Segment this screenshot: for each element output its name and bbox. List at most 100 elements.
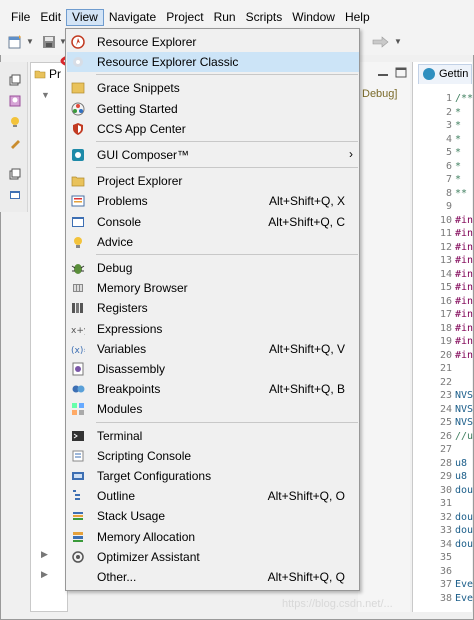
menu-item-gui-composer[interactable]: GUI Composer™ › [67, 145, 359, 165]
restore-icon[interactable] [9, 168, 21, 180]
console-icon [72, 216, 84, 227]
menu-help[interactable]: Help [340, 9, 375, 26]
view-controls-icon[interactable] [374, 64, 410, 80]
menu-file[interactable]: File [6, 9, 35, 26]
menu-item-label: Stack Usage [97, 509, 166, 524]
getting-started-icon [423, 68, 435, 80]
menu-item-registers[interactable]: Registers [67, 298, 359, 318]
menu-item-label: Resource Explorer [97, 35, 197, 49]
code-line: #in [455, 336, 473, 347]
menu-item-memory-browser[interactable]: Memory Browser [67, 278, 359, 298]
line-number: 1 [445, 93, 452, 104]
gear-icon [73, 57, 83, 68]
menu-item-memory-allocation[interactable]: Memory Allocation [67, 527, 359, 547]
line-number: 31 [439, 498, 452, 509]
menu-view[interactable]: View [66, 9, 104, 26]
menu-navigate[interactable]: Navigate [104, 9, 161, 26]
menu-item-shortcut: Alt+Shift+Q, V [268, 341, 345, 356]
variables-icon: (x)= [71, 346, 85, 356]
shield-icon [73, 122, 83, 135]
menu-project[interactable]: Project [161, 9, 208, 26]
editor-tab-label: Gettin [439, 68, 469, 80]
code-line: #in [455, 349, 473, 361]
trim-tool-icon[interactable] [9, 137, 21, 149]
editor-tab[interactable]: Gettin [418, 64, 472, 84]
menu-item-label: Memory Browser [97, 281, 188, 296]
menu-item-terminal[interactable]: Terminal [67, 426, 359, 446]
code-line: dou [455, 511, 473, 523]
menu-separator [96, 421, 358, 423]
tree-expand-icon[interactable]: ▶ [41, 549, 48, 560]
advice-lightbulb-icon[interactable] [9, 116, 21, 128]
tree-expand-icon[interactable]: ▶ [41, 569, 48, 580]
menu-item-label: Project Explorer [97, 174, 183, 189]
bug-icon [71, 264, 85, 274]
new-dropdown-chevron-icon[interactable]: ▼ [26, 37, 34, 46]
new-icon[interactable] [8, 35, 23, 49]
code-line: #in [455, 282, 473, 293]
menu-separator [96, 141, 358, 142]
menu-item-label: Terminal [97, 428, 143, 443]
line-number: 19 [439, 336, 452, 347]
allocation-icon [73, 531, 83, 542]
menu-item-disassembly[interactable]: Disassembly [67, 359, 359, 379]
menu-item-resource-explorer-classic[interactable]: Resource Explorer Classic [67, 52, 359, 73]
forward-dropdown-chevron-icon[interactable]: ▼ [394, 37, 402, 46]
menu-scripts[interactable]: Scripts [241, 9, 288, 26]
restore-icon[interactable] [9, 74, 21, 86]
menu-separator [96, 74, 358, 76]
menu-item-stack-usage[interactable]: Stack Usage [67, 506, 359, 526]
menu-item-label: Other... [97, 570, 137, 584]
save-icon[interactable] [42, 35, 57, 49]
line-number: 9 [445, 201, 452, 212]
menu-item-optimizer-assistant[interactable]: Optimizer Assistant [67, 547, 359, 567]
breakpoints-icon [72, 385, 85, 393]
compass-icon [71, 35, 85, 49]
menu-item-advice[interactable]: Advice [67, 232, 359, 252]
svg-text:(x)=: (x)= [71, 346, 85, 356]
menu-item-debug[interactable]: Debug [67, 258, 359, 278]
menu-item-outline[interactable]: Outline Alt+Shift+Q, O [67, 486, 359, 506]
menu-item-label: Debug [97, 261, 133, 275]
code-line: u8 [455, 457, 468, 469]
menu-item-target-configurations[interactable]: Target Configurations [67, 466, 359, 486]
trim-console-icon[interactable] [9, 189, 21, 201]
menu-separator [96, 167, 358, 169]
menu-item-expressions[interactable]: x+y Expressions [67, 319, 359, 339]
menu-item-variables[interactable]: (x)= Variables Alt+Shift+Q, V [67, 339, 359, 359]
menu-item-breakpoints[interactable]: Breakpoints Alt+Shift+Q, B [67, 379, 359, 399]
menu-item-label: Resource Explorer Classic [97, 55, 239, 70]
line-number: 20 [439, 349, 452, 361]
menu-edit[interactable]: Edit [35, 9, 66, 26]
trim-view-icon[interactable] [9, 95, 21, 107]
menu-run[interactable]: Run [209, 9, 241, 26]
tree-expand-icon[interactable]: ▼ [41, 90, 50, 100]
forward-arrow-icon[interactable] [372, 35, 390, 49]
menu-item-ccs-app-center[interactable]: CCS App Center [67, 119, 359, 139]
debug-view-area [358, 62, 410, 612]
line-number: 38 [439, 592, 452, 604]
modules-icon [72, 403, 84, 416]
line-number: 2 [445, 106, 452, 118]
code-line: NVS [455, 390, 473, 401]
code-line: #in [455, 309, 473, 320]
menu-item-modules[interactable]: Modules [67, 399, 359, 419]
menu-item-grace-snippets[interactable]: Grace Snippets [67, 78, 359, 98]
code-line: #in [455, 268, 473, 280]
menu-item-label: Variables [97, 341, 147, 356]
menu-item-label: Advice [97, 234, 134, 249]
menu-item-console[interactable]: Console Alt+Shift+Q, C [67, 212, 359, 232]
menu-item-project-explorer[interactable]: Project Explorer [67, 171, 359, 191]
line-number: 35 [439, 552, 452, 563]
menu-item-label: Getting Started [97, 101, 178, 116]
code-line: * [455, 160, 462, 172]
menu-item-resource-explorer[interactable]: Resource Explorer [67, 32, 359, 52]
menu-window[interactable]: Window [287, 9, 340, 26]
menu-item-other[interactable]: Other... Alt+Shift+Q, Q [67, 567, 359, 587]
terminal-icon [72, 430, 84, 441]
scripting-icon [72, 450, 84, 462]
menu-item-scripting-console[interactable]: Scripting Console [67, 446, 359, 466]
line-number: 14 [439, 268, 452, 280]
menu-item-getting-started[interactable]: Getting Started [67, 99, 359, 119]
menu-item-problems[interactable]: Problems Alt+Shift+Q, X [67, 191, 359, 211]
